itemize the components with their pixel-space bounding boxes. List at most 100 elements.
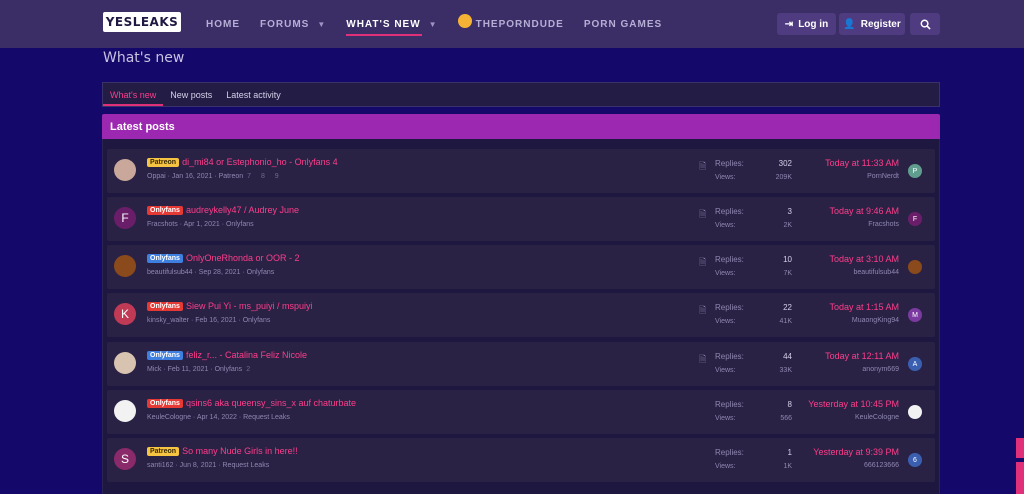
site-logo[interactable]: YESLEAKS	[103, 12, 181, 32]
nav-theporndude-label: THEPORNDUDE	[475, 18, 564, 30]
prefix-badge[interactable]: Onlyfans	[147, 350, 183, 360]
main-nav: HOME FORUMS ▼ WHAT'S NEW ▼ THEPORNDUDE POR…	[206, 0, 682, 48]
views-count: 209K	[775, 174, 792, 181]
thread-meta: Mick · Feb 11, 2021 · Onlyfans 2	[147, 366, 254, 373]
nav-forums[interactable]: FORUMS ▼	[260, 0, 326, 48]
thread-row[interactable]: S Patreon So many Nude Girls in here!! sant…	[107, 438, 935, 482]
avatar-letter: F	[121, 211, 129, 225]
chevron-down-icon[interactable]: ▼	[429, 20, 438, 29]
thread-meta-text: kinsky_walter · Feb 16, 2021 · Onlyfans	[147, 317, 271, 324]
avatar-letter: S	[120, 452, 129, 466]
last-poster-avatar[interactable]: P	[908, 164, 922, 178]
nav-theporndude[interactable]: THEPORNDUDE	[457, 0, 564, 48]
side-tab[interactable]	[1016, 438, 1024, 458]
avatar[interactable]	[114, 352, 136, 374]
last-post-time[interactable]: Yesterday at 9:39 PM	[813, 447, 899, 457]
last-post-user[interactable]: Fracshots	[868, 221, 899, 228]
last-avatar-letter: 6	[913, 456, 917, 464]
last-post-user[interactable]: beautifulsub44	[853, 269, 899, 276]
replies-count: 3	[787, 207, 792, 216]
thread-meta-text: santi162 · Jun 8, 2021 · Request Leaks	[147, 462, 270, 469]
thread-row[interactable]: Onlyfans feliz_r... - Catalina Feliz Nico…	[107, 342, 935, 386]
last-post-time[interactable]: Yesterday at 10:45 PM	[808, 399, 899, 409]
last-post-user[interactable]: MuaongKing94	[852, 317, 899, 324]
thread-meta-text: beautifulsub44 · Sep 28, 2021 · Onlyfans	[147, 269, 275, 276]
document-icon: 🗎	[699, 161, 707, 171]
last-post-time[interactable]: Today at 3:10 AM	[829, 254, 899, 264]
replies-count: 1	[787, 448, 792, 457]
page-links[interactable]: 7 8 9	[247, 173, 283, 180]
views-count: 2K	[783, 222, 792, 229]
views-label: Views:	[715, 222, 736, 229]
tab-whats-new[interactable]: What's new	[103, 83, 164, 106]
nav-whats-new[interactable]: WHAT'S NEW ▼	[346, 0, 437, 48]
nav-home[interactable]: HOME	[206, 0, 240, 48]
search-button[interactable]	[910, 13, 940, 35]
avatar[interactable]: S	[114, 448, 136, 470]
tab-new-posts[interactable]: New posts	[163, 83, 219, 106]
prefix-badge[interactable]: Patreon	[147, 446, 180, 456]
views-count: 566	[780, 415, 792, 422]
views-label: Views:	[715, 270, 736, 277]
last-post-time[interactable]: Today at 12:11 AM	[825, 351, 899, 361]
last-poster-avatar[interactable]: M	[908, 308, 922, 322]
side-tab[interactable]	[1016, 462, 1024, 494]
views-label: Views:	[715, 174, 736, 181]
thread-title-link[interactable]: feliz_r... - Catalina Feliz Nicole	[186, 350, 307, 360]
thread-title-link[interactable]: di_mi84 or Estephonio_ho - Onlyfans 4	[182, 157, 338, 167]
document-icon: 🗎	[699, 305, 707, 315]
replies-label: Replies:	[715, 352, 744, 361]
views-label: Views:	[715, 318, 736, 325]
last-post-time[interactable]: Today at 1:15 AM	[829, 302, 899, 312]
last-poster-avatar[interactable]	[908, 405, 922, 419]
prefix-badge[interactable]: Onlyfans	[147, 253, 183, 263]
register-button[interactable]: 👤 Register	[839, 13, 905, 35]
add-user-icon: 👤	[843, 18, 856, 30]
avatar[interactable]	[114, 255, 136, 277]
last-poster-avatar[interactable]	[908, 260, 922, 274]
prefix-badge[interactable]: Onlyfans	[147, 205, 183, 215]
document-icon: 🗎	[699, 209, 707, 219]
prefix-badge[interactable]: Patreon	[147, 157, 180, 167]
thread-row[interactable]: K Onlyfans Siew Pui Yi - ms_puiyi / mspuiy…	[107, 293, 935, 337]
avatar[interactable]	[114, 159, 136, 181]
tab-latest-activity[interactable]: Latest activity	[219, 83, 288, 106]
document-icon: 🗎	[699, 257, 707, 267]
last-post-time[interactable]: Today at 9:46 AM	[829, 206, 899, 216]
last-poster-avatar[interactable]: A	[908, 357, 922, 371]
thread-row[interactable]: Onlyfans qsins6 aka queensy_sins_x auf ch…	[107, 390, 935, 434]
thread-title-link[interactable]: Siew Pui Yi - ms_puiyi / mspuiyi	[186, 301, 313, 311]
thread-title-line: Patreon So many Nude Girls in here!!	[147, 446, 298, 456]
page-links[interactable]: 2	[246, 366, 254, 373]
last-post-user[interactable]: anonym669	[862, 366, 899, 373]
avatar[interactable]: F	[114, 207, 136, 229]
thread-row[interactable]: F Onlyfans audreykelly47 / Audrey June Frac…	[107, 197, 935, 241]
top-navbar: YESLEAKS HOME FORUMS ▼ WHAT'S NEW ▼ THEPOR…	[0, 0, 1024, 48]
avatar[interactable]	[114, 400, 136, 422]
last-post-user[interactable]: KeuleCologne	[855, 414, 899, 421]
last-poster-avatar[interactable]: F	[908, 212, 922, 226]
replies-label: Replies:	[715, 207, 744, 216]
replies-count: 10	[783, 255, 792, 264]
prefix-badge[interactable]: Onlyfans	[147, 398, 183, 408]
thread-title-link[interactable]: So many Nude Girls in here!!	[182, 446, 298, 456]
replies-label: Replies:	[715, 448, 744, 457]
nav-porn-games[interactable]: PORN GAMES	[584, 0, 662, 48]
thread-title-link[interactable]: qsins6 aka queensy_sins_x auf chaturbate	[186, 398, 356, 408]
last-post-time[interactable]: Today at 11:33 AM	[825, 158, 899, 168]
last-poster-avatar[interactable]: 6	[908, 453, 922, 467]
page-title: What's new	[103, 50, 185, 66]
last-post-user[interactable]: PornNerdt	[867, 173, 899, 180]
thread-row[interactable]: Onlyfans OnlyOneRhonda or OOR - 2 beautifu…	[107, 245, 935, 289]
tab-bar: What's new New posts Latest activity	[102, 82, 940, 107]
thread-title-link[interactable]: OnlyOneRhonda or OOR - 2	[186, 253, 300, 263]
thread-title-link[interactable]: audreykelly47 / Audrey June	[186, 205, 299, 215]
prefix-badge[interactable]: Onlyfans	[147, 301, 183, 311]
login-button[interactable]: ⇥ Log in	[777, 13, 836, 35]
last-post-user[interactable]: 666123666	[864, 462, 899, 469]
thread-row[interactable]: Patreon di_mi84 or Estephonio_ho - Onlyfa…	[107, 149, 935, 193]
chevron-down-icon[interactable]: ▼	[317, 20, 326, 29]
avatar[interactable]: K	[114, 303, 136, 325]
replies-count: 44	[783, 352, 792, 361]
replies-count: 302	[778, 159, 792, 168]
